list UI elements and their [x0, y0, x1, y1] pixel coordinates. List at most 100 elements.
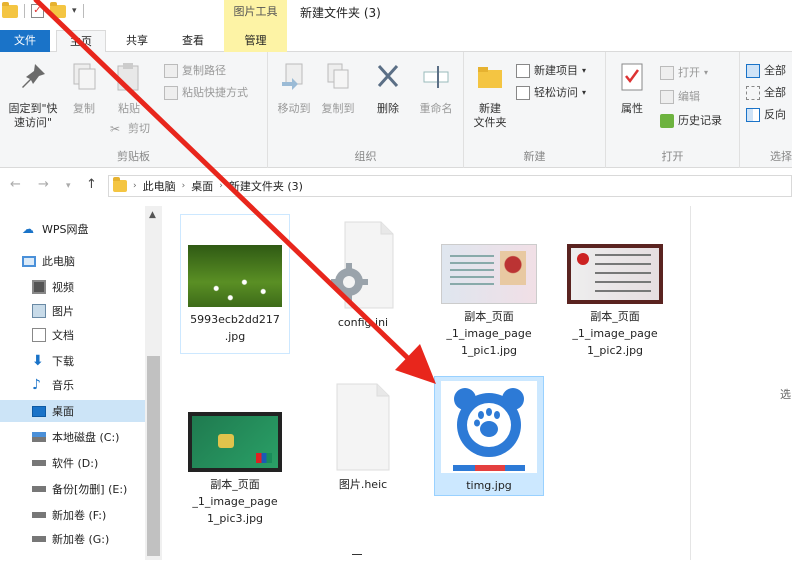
rename-icon: [423, 66, 449, 88]
new-folder-icon[interactable]: [50, 1, 66, 18]
preview-pane-hint: 选: [780, 388, 791, 401]
nav-item-label: 备份[勿删] (E:): [52, 483, 128, 496]
file-item-pic1[interactable]: 副本_页面 _1_image_page 1_pic1.jpg: [434, 214, 544, 374]
move-to-icon: [282, 63, 303, 90]
move-to-button[interactable]: 移动到: [274, 60, 314, 116]
tab-manage[interactable]: 管理: [224, 30, 287, 52]
nav-item-drive-c[interactable]: 本地磁盘 (C:): [0, 426, 145, 448]
copy-path-icon: [164, 64, 178, 78]
drive-icon: [32, 536, 46, 542]
nav-item-drive-f[interactable]: 新加卷 (F:): [0, 504, 145, 526]
copy-to-icon: [327, 63, 349, 89]
dropdown-arrow-icon: ▾: [582, 66, 587, 75]
easy-access-button[interactable]: 轻松访问 ▾: [516, 84, 586, 102]
new-item-icon: [516, 64, 530, 78]
copy-button[interactable]: 复制: [64, 60, 104, 116]
properties-icon: [621, 63, 643, 91]
nav-item-drive-d[interactable]: 软件 (D:): [0, 452, 145, 474]
nav-item-desktop[interactable]: 桌面: [0, 400, 145, 422]
nav-item-drive-g[interactable]: 新加卷 (G:): [0, 528, 145, 550]
text-lines: [450, 255, 494, 285]
nav-item-documents[interactable]: 文档: [0, 324, 145, 346]
scissors-icon: ✂: [110, 122, 121, 136]
rename-button[interactable]: 重命名: [414, 60, 458, 116]
file-item-heic[interactable]: 图片.heic: [308, 382, 418, 512]
nav-item-pictures[interactable]: 图片: [0, 300, 145, 322]
nav-item-downloads[interactable]: ⬇ 下载: [0, 350, 145, 372]
open-icon: [660, 66, 674, 80]
cut-button[interactable]: ✂ 剪切: [110, 120, 150, 138]
chevron-right-icon[interactable]: ›: [182, 181, 186, 191]
tab-view[interactable]: 查看: [168, 30, 218, 52]
paste-button[interactable]: 粘贴: [108, 60, 150, 116]
history-label: 历史记录: [678, 114, 722, 127]
select-all-button[interactable]: 全部: [746, 62, 786, 80]
tab-share[interactable]: 共享: [112, 30, 162, 52]
new-folder-button[interactable]: 新建 文件夹: [468, 60, 512, 130]
nav-item-this-pc[interactable]: 此电脑: [0, 250, 145, 272]
nav-item-music[interactable]: ♪ 音乐: [0, 374, 145, 396]
toolbar-separator: [24, 4, 25, 18]
up-arrow-icon[interactable]: ↑: [86, 177, 97, 192]
select-none-icon: [746, 86, 760, 100]
breadcrumb-current-folder[interactable]: 新建文件夹 (3): [229, 178, 303, 194]
navigation-scrollbar[interactable]: ▲: [145, 206, 162, 560]
back-arrow-icon[interactable]: ←: [10, 177, 21, 192]
delete-label: 删除: [377, 102, 399, 115]
select-none-label: 全部: [764, 86, 786, 99]
recent-locations-icon[interactable]: ▾: [66, 181, 71, 191]
file-item-pic3[interactable]: 副本_页面 _1_image_page 1_pic3.jpg: [180, 406, 290, 536]
nav-item-videos[interactable]: 视频: [0, 276, 145, 298]
document-icon: [32, 328, 46, 342]
dropdown-arrow-icon: ▾: [582, 88, 587, 97]
toolbar-separator: [82, 4, 84, 18]
nav-item-label: 图片: [52, 305, 74, 318]
address-bar[interactable]: › 此电脑 › 桌面 › 新建文件夹 (3): [108, 175, 792, 197]
file-item-timg[interactable]: timg.jpg: [434, 376, 544, 496]
cloud-icon: ☁: [22, 222, 34, 236]
pane-divider: [690, 206, 691, 560]
scrollbar-thumb[interactable]: [147, 356, 160, 556]
edit-button[interactable]: 编辑: [660, 88, 700, 106]
folder-icon[interactable]: [2, 1, 18, 18]
invert-selection-button[interactable]: 反向: [746, 106, 786, 124]
forward-arrow-icon[interactable]: →: [38, 177, 49, 192]
breadcrumb-desktop[interactable]: 桌面: [191, 178, 213, 194]
paste-shortcut-button[interactable]: 粘贴快捷方式: [164, 84, 248, 102]
nav-item-label: 桌面: [52, 405, 74, 418]
ribbon: 固定到"快 速访问" 复制 粘贴 复制路径 粘贴快捷方式 ✂ 剪切 剪贴板 移动…: [0, 52, 792, 168]
properties-check-icon[interactable]: ✓: [31, 4, 44, 18]
pin-quick-access-button[interactable]: 固定到"快 速访问": [4, 60, 62, 130]
properties-button[interactable]: 属性: [612, 60, 652, 116]
copy-path-button[interactable]: 复制路径: [164, 62, 226, 80]
chevron-right-icon[interactable]: ›: [133, 181, 137, 191]
customize-toolbar-icon[interactable]: ▾: [72, 6, 77, 16]
rename-label: 重命名: [419, 102, 453, 115]
nav-item-wps-cloud[interactable]: ☁ WPS网盘: [0, 218, 145, 240]
nav-item-drive-e[interactable]: 备份[勿删] (E:): [0, 478, 145, 500]
tab-file[interactable]: 文件: [0, 30, 50, 52]
organize-group-label: 组织: [354, 150, 377, 163]
delete-button[interactable]: 删除: [368, 60, 408, 116]
file-item-grass-photo[interactable]: 5993ecb2dd217 .jpg: [180, 214, 290, 354]
text-lines: [595, 254, 651, 294]
file-item-pic2[interactable]: 副本_页面 _1_image_page 1_pic2.jpg: [560, 214, 670, 374]
open-group-label: 打开: [661, 150, 684, 163]
tab-home[interactable]: 主页: [56, 30, 106, 53]
select-none-button[interactable]: 全部: [746, 84, 786, 102]
nav-item-label: 文档: [52, 329, 74, 342]
chevron-right-icon[interactable]: ›: [219, 181, 223, 191]
clipboard-group: 固定到"快 速访问" 复制 粘贴 复制路径 粘贴快捷方式 ✂ 剪切 剪贴板: [0, 52, 268, 168]
copy-icon: [73, 63, 96, 90]
new-item-label: 新建项目: [534, 64, 578, 77]
breadcrumb-this-pc[interactable]: 此电脑: [143, 178, 176, 194]
copy-to-button[interactable]: 复制到: [318, 60, 358, 116]
new-item-button[interactable]: 新建项目 ▾: [516, 62, 586, 80]
drive-icon: [32, 460, 46, 466]
scroll-up-icon[interactable]: ▲: [149, 210, 156, 220]
file-icon: [331, 382, 395, 472]
nav-item-label: 音乐: [52, 379, 74, 392]
history-button[interactable]: 历史记录: [660, 112, 722, 130]
open-button[interactable]: 打开 ▾: [660, 64, 708, 82]
file-item-config-ini[interactable]: config.ini: [308, 214, 418, 354]
